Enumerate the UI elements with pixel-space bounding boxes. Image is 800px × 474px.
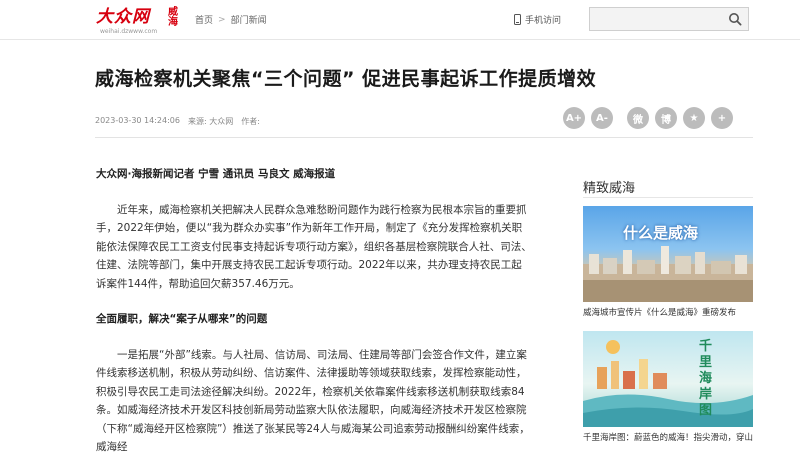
share-wechat-button[interactable]: 微 [627, 107, 649, 129]
article-source: 来源: 大众网 [187, 117, 234, 126]
font-increase-icon: A+ [565, 112, 583, 124]
more-icon: + [717, 112, 727, 124]
font-decrease-icon: A- [596, 112, 608, 124]
card-image-text: 千里海岸图 [699, 339, 713, 418]
favorite-button[interactable]: ★ [683, 107, 705, 129]
share-weibo-button[interactable]: 博 [655, 107, 677, 129]
search-button[interactable] [722, 8, 748, 30]
site-header: 大众网 威海 weihai.dzwww.com 首页 > 部门新闻 手机访问 [0, 0, 800, 40]
city-skyline [583, 246, 753, 302]
wechat-icon: 微 [633, 114, 643, 126]
phone-icon [514, 14, 521, 25]
sidebar-card-image[interactable]: 什么是威海 [583, 206, 753, 302]
search-icon [729, 13, 742, 26]
star-icon: ★ [689, 112, 699, 124]
search-input[interactable] [590, 8, 722, 30]
sidebar-title: 精致威海 [583, 181, 636, 196]
article-title: 威海检察机关聚焦“三个问题” 促进民事起诉工作提质增效 [95, 68, 597, 90]
article-meta: 2023-03-30 14:24:06 来源: 大众网 作者: [95, 116, 260, 127]
logo-url: weihai.dzwww.com [100, 28, 158, 35]
sidebar-card[interactable]: 什么是威海 威海城市宣传片《什么是威海》重磅发布 [583, 206, 753, 318]
breadcrumb: 首页 > 部门新闻 [195, 13, 267, 27]
article-author: 作者: [241, 117, 260, 126]
font-increase-button[interactable]: A+ [563, 107, 585, 129]
logo-mark: 大众网 威海 [96, 6, 188, 28]
font-decrease-button[interactable]: A- [591, 107, 613, 129]
title-divider [95, 137, 753, 138]
breadcrumb-section[interactable]: 部门新闻 [231, 13, 267, 26]
breadcrumb-home[interactable]: 首页 [195, 13, 213, 26]
article-paragraph: 近年来，威海检察机关把解决人民群众急难愁盼问题作为践行检察为民根本宗旨的重要抓手… [96, 203, 532, 290]
article-body: 大众网·海报新闻记者 宁雪 通讯员 马良文 威海报道 近年来，威海检察机关把解决… [96, 165, 532, 474]
sidebar-card-image[interactable]: 千里海岸图 [583, 331, 753, 427]
article-paragraph: 一是拓展“外部”线索。与人社局、信访局、司法局、住建局等部门会签合作文件，建立案… [96, 348, 530, 454]
sidebar-divider [583, 197, 753, 198]
mobile-access-label: 手机访问 [525, 16, 562, 26]
coast-illustration [583, 340, 753, 427]
card-image-text: 什么是威海 [623, 224, 699, 242]
sidebar-card[interactable]: 千里海岸图 千里海岸图：蔚蓝色的威海！指尖滑动，穿山越 [583, 331, 753, 443]
weibo-icon: 博 [661, 114, 671, 126]
sidebar-card-caption[interactable]: 千里海岸图：蔚蓝色的威海！指尖滑动，穿山越 [583, 431, 753, 443]
article-tools: A+ A- 微 博 ★ + [563, 107, 733, 129]
more-share-button[interactable]: + [711, 107, 733, 129]
article-date: 2023-03-30 14:24:06 [95, 116, 180, 125]
search-box [589, 7, 749, 31]
mobile-access-link[interactable]: 手机访问 [514, 13, 561, 26]
breadcrumb-separator: > [218, 14, 226, 25]
logo-city: 威海 [168, 7, 178, 28]
sidebar-card-caption[interactable]: 威海城市宣传片《什么是威海》重磅发布 [583, 306, 753, 318]
article-byline: 大众网·海报新闻记者 宁雪 通讯员 马良文 威海报道 [96, 168, 336, 180]
article-subheading: 全面履职，解决“案子从哪来”的问题 [96, 313, 268, 325]
logo-text: 大众网 [96, 7, 150, 27]
site-logo[interactable]: 大众网 威海 weihai.dzwww.com [96, 6, 188, 36]
